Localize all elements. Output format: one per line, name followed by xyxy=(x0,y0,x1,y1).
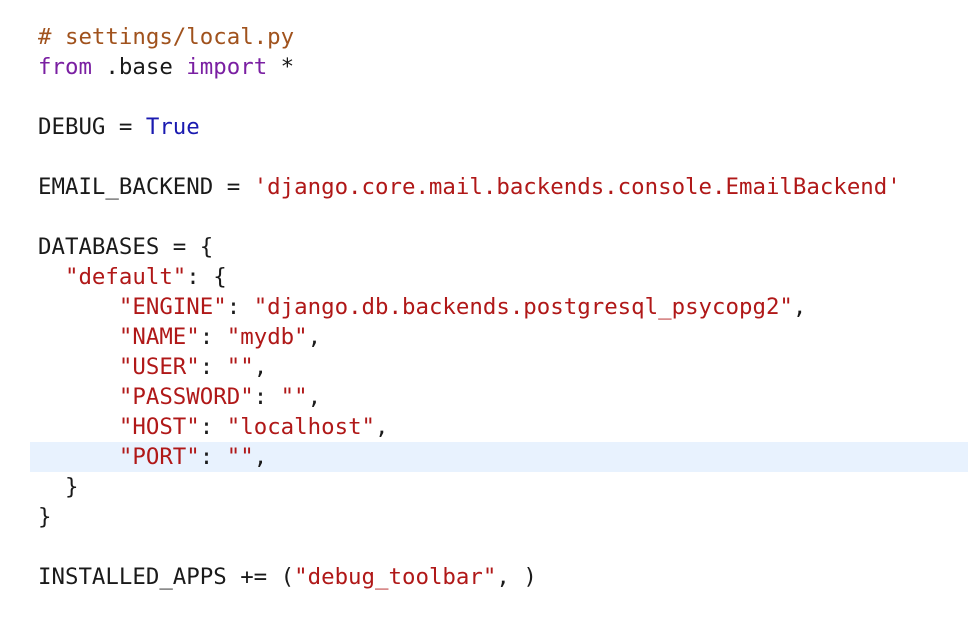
code-line[interactable]: EMAIL_BACKEND = 'django.core.mail.backen… xyxy=(0,172,968,202)
code-text: } xyxy=(38,504,52,530)
code-line[interactable]: "USER": "", xyxy=(0,352,968,382)
code-line[interactable]: "default": { xyxy=(0,262,968,292)
code-line[interactable]: from .base import * xyxy=(0,52,968,82)
code-comment: # settings/local.py xyxy=(38,24,295,50)
code-string: "" xyxy=(226,444,254,470)
code-text: * xyxy=(267,54,295,80)
code-text: INSTALLED_APPS += ( xyxy=(38,564,295,590)
code-string: "USER" xyxy=(118,354,200,380)
code-text: , ) xyxy=(496,564,537,590)
code-text: : xyxy=(199,354,227,380)
code-text: , xyxy=(307,384,322,410)
code-text: , xyxy=(375,414,389,440)
code-line[interactable]: "ENGINE": "django.db.backends.postgresql… xyxy=(0,292,968,322)
code-line[interactable]: DEBUG = True xyxy=(0,112,968,142)
code-line[interactable] xyxy=(0,82,968,112)
code-text: DEBUG = xyxy=(38,114,146,140)
code-string: "" xyxy=(280,384,308,410)
code-keyword: import xyxy=(186,54,268,80)
code-text: : xyxy=(226,294,254,320)
code-string: "default" xyxy=(64,264,187,290)
code-string: "NAME" xyxy=(118,324,200,350)
code-line[interactable] xyxy=(0,142,968,172)
code-string: "PORT" xyxy=(118,444,200,470)
code-line[interactable] xyxy=(0,532,968,562)
code-line[interactable]: "NAME": "mydb", xyxy=(0,322,968,352)
code-line[interactable]: DATABASES = { xyxy=(0,232,968,262)
code-text: : xyxy=(199,414,227,440)
code-text: : xyxy=(253,384,281,410)
code-text: : xyxy=(199,444,227,470)
code-line[interactable]: "HOST": "localhost", xyxy=(0,412,968,442)
code-string: "ENGINE" xyxy=(118,294,227,320)
code-text: , xyxy=(792,294,807,320)
code-text: : xyxy=(199,324,227,350)
code-builtin: True xyxy=(145,114,200,140)
code-editor[interactable]: # settings/local.py from .base import * … xyxy=(0,22,968,592)
code-line[interactable]: } xyxy=(0,502,968,532)
code-line[interactable]: # settings/local.py xyxy=(0,22,968,52)
current-code-line[interactable]: "PORT": "", xyxy=(30,442,968,472)
code-text: , xyxy=(307,324,322,350)
code-string: "" xyxy=(226,354,254,380)
code-text: , xyxy=(253,354,268,380)
code-text: , xyxy=(253,444,268,470)
code-keyword: from xyxy=(38,54,92,80)
code-string: "localhost" xyxy=(226,414,376,440)
code-line[interactable]: } xyxy=(0,472,968,502)
code-text: .base xyxy=(91,54,187,80)
code-string: "debug_toolbar" xyxy=(294,564,497,590)
code-line[interactable] xyxy=(0,202,968,232)
code-string: "django.db.backends.postgresql_psycopg2" xyxy=(253,294,793,320)
code-string: "mydb" xyxy=(226,324,308,350)
code-string: "HOST" xyxy=(118,414,200,440)
code-text: EMAIL_BACKEND = xyxy=(38,174,254,200)
code-string: 'django.core.mail.backends.console.Email… xyxy=(253,174,901,200)
code-text: DATABASES = { xyxy=(38,234,214,260)
code-line[interactable]: INSTALLED_APPS += ("debug_toolbar", ) xyxy=(0,562,968,592)
code-string: "PASSWORD" xyxy=(118,384,254,410)
code-line[interactable]: "PASSWORD": "", xyxy=(0,382,968,412)
code-text: : { xyxy=(186,264,227,290)
code-text: } xyxy=(38,474,79,500)
